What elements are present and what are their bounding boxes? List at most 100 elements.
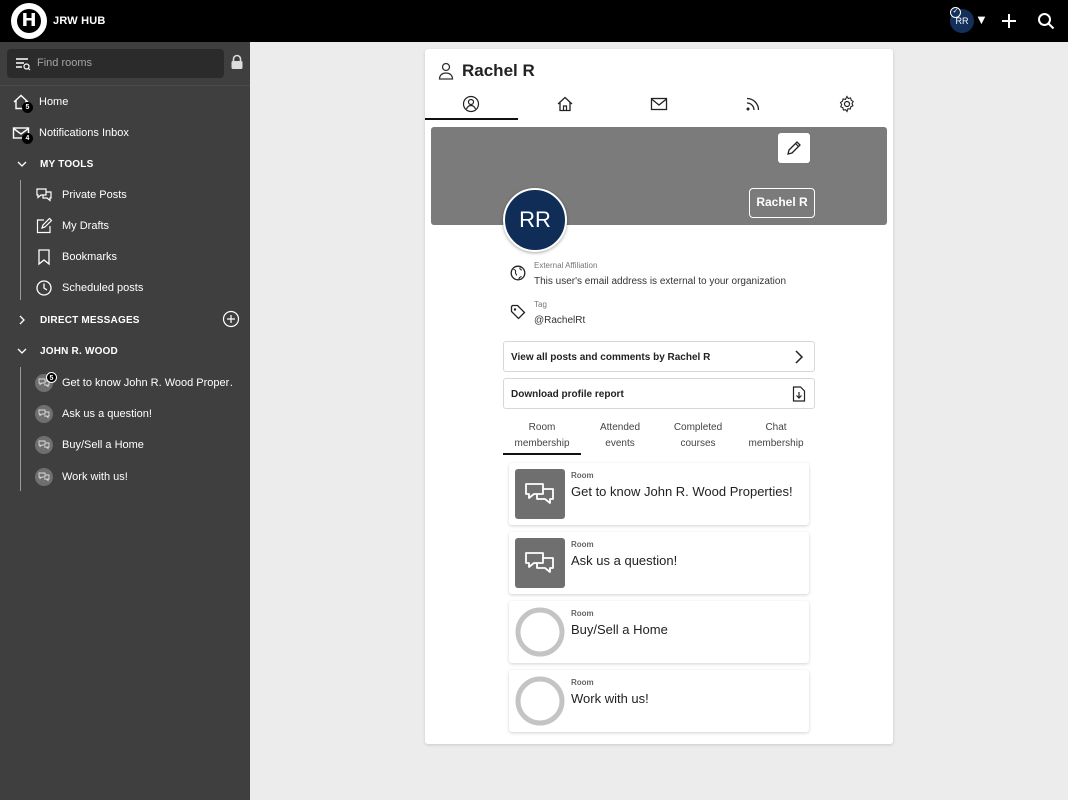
sidebar-divider	[0, 85, 250, 86]
sidebar-item-scheduled-posts[interactable]: Scheduled posts	[0, 275, 250, 301]
room-card[interactable]: Room Get to know John R. Wood Properties…	[509, 463, 809, 525]
add-circle-icon[interactable]	[222, 310, 240, 328]
tag-value: @RachelRt	[534, 315, 586, 326]
pencil-icon	[787, 141, 801, 155]
download-report-button[interactable]: Download profile report	[503, 378, 815, 409]
room-thumbnail	[515, 538, 565, 588]
find-rooms-input[interactable]: Find rooms	[7, 49, 224, 78]
plus-icon[interactable]	[1000, 12, 1018, 30]
download-report-label: Download profile report	[511, 389, 624, 400]
tab-line: events	[605, 438, 635, 449]
sidebar: Find rooms 5 Home 4 Notifications Inbox …	[0, 42, 250, 800]
room-thumbnail	[515, 469, 565, 519]
section-label: MY TOOLS	[40, 159, 94, 170]
sidebar-room-ask-question[interactable]: Ask us a question!	[0, 401, 250, 427]
sidebar-item-label: Get to know John R. Wood Proper…	[62, 377, 234, 389]
tab-line: membership	[514, 438, 570, 449]
app-logo[interactable]: H	[11, 3, 47, 39]
tag-icon	[510, 304, 526, 320]
profile-name-chip: Rachel R	[749, 188, 815, 218]
tab-line: Chat	[765, 422, 787, 433]
edit-draft-icon	[36, 217, 53, 234]
tab-home-icon[interactable]	[556, 95, 574, 113]
tab-line: Completed	[673, 422, 723, 433]
logo-letter: H	[17, 9, 41, 33]
search-icon[interactable]	[1037, 12, 1055, 30]
profile-cover	[431, 127, 887, 225]
edit-cover-button[interactable]	[778, 133, 810, 163]
sidebar-room-get-to-know[interactable]: 5 Get to know John R. Wood Proper…	[0, 370, 250, 396]
home-badge: 5	[22, 102, 33, 113]
find-rooms-placeholder: Find rooms	[37, 57, 93, 69]
sidebar-item-label: Bookmarks	[62, 251, 118, 263]
chevron-down-icon	[17, 161, 27, 167]
lock-icon[interactable]	[230, 54, 244, 70]
sidebar-room-buy-sell[interactable]: Buy/Sell a Home	[0, 432, 250, 458]
room-card[interactable]: Room Ask us a question!	[509, 532, 809, 594]
tab-mail-icon[interactable]	[650, 95, 668, 113]
tab-chat-membership[interactable]: Chat membership	[737, 420, 815, 452]
top-bar: H JRW HUB RR ✓ ▼	[0, 0, 1068, 42]
status-check-icon: ✓	[950, 7, 961, 18]
chevron-down-icon	[17, 348, 27, 354]
sidebar-item-label: Ask us a question!	[62, 408, 152, 420]
affiliation-label: External Affiliation	[534, 261, 598, 270]
section-direct-messages[interactable]: DIRECT MESSAGES	[0, 307, 250, 333]
chat-bubbles-icon	[525, 552, 554, 573]
profile-card: Rachel R Rachel R RR External Affiliatio…	[425, 49, 893, 744]
notifications-badge: 4	[22, 133, 33, 144]
profile-avatar: RR	[503, 188, 567, 252]
sidebar-item-home[interactable]: 5 Home	[0, 89, 250, 115]
tab-line: Room	[528, 422, 556, 433]
tab-profile-icon[interactable]	[462, 95, 480, 113]
download-file-icon	[792, 386, 806, 402]
tab-line: courses	[680, 438, 716, 449]
clock-icon	[36, 280, 52, 296]
room-card[interactable]: Room Work with us!	[509, 670, 809, 732]
affiliation-value: This user's email address is external to…	[534, 276, 787, 287]
section-my-tools[interactable]: MY TOOLS	[0, 151, 250, 177]
sidebar-room-work-with-us[interactable]: Work with us!	[0, 464, 250, 490]
tab-feed-icon[interactable]	[744, 95, 762, 113]
chevron-down-icon[interactable]: ▼	[975, 12, 988, 28]
sidebar-item-private-posts[interactable]: Private Posts	[0, 182, 250, 208]
section-john-r-wood[interactable]: JOHN R. WOOD	[0, 338, 250, 364]
view-all-posts-button[interactable]: View all posts and comments by Rachel R	[503, 341, 815, 372]
filter-list-icon	[16, 58, 31, 71]
tab-completed-courses[interactable]: Completed courses	[659, 420, 737, 452]
room-chat-icon	[35, 405, 53, 423]
tab-line: membership	[748, 438, 804, 449]
brand-logo-icon	[515, 676, 565, 726]
sidebar-item-my-drafts[interactable]: My Drafts	[0, 213, 250, 239]
sidebar-item-label: Private Posts	[62, 189, 127, 201]
room-type-label: Room	[571, 609, 594, 618]
chevron-right-icon	[19, 315, 25, 325]
chat-bubbles-icon	[525, 483, 554, 504]
chevron-right-icon	[795, 350, 804, 364]
tab-settings-gear-icon[interactable]	[838, 95, 856, 113]
room-name: Buy/Sell a Home	[571, 622, 668, 637]
sidebar-item-bookmarks[interactable]: Bookmarks	[0, 244, 250, 270]
section-label: JOHN R. WOOD	[40, 346, 118, 357]
user-icon	[438, 62, 454, 80]
room-type-label: Room	[571, 540, 594, 549]
room-name: Work with us!	[571, 691, 649, 706]
tab-attended-events[interactable]: Attended events	[581, 420, 659, 452]
globe-icon	[510, 265, 526, 281]
room-type-label: Room	[571, 678, 594, 687]
sidebar-item-label: Work with us!	[62, 471, 128, 483]
room-thumbnail	[515, 607, 565, 657]
room-name: Ask us a question!	[571, 553, 678, 568]
app-title: JRW HUB	[53, 15, 106, 27]
room-chat-icon	[35, 436, 53, 454]
tab-room-membership[interactable]: Room membership	[503, 420, 581, 452]
sidebar-item-label: Notifications Inbox	[39, 127, 129, 139]
room-card[interactable]: Room Buy/Sell a Home	[509, 601, 809, 663]
sidebar-item-label: Home	[39, 96, 69, 108]
active-subtab-indicator	[503, 453, 581, 455]
room-chat-icon	[35, 468, 53, 486]
sidebar-item-notifications[interactable]: 4 Notifications Inbox	[0, 120, 250, 146]
tag-label: Tag	[534, 300, 547, 309]
tab-line: Attended	[599, 422, 641, 433]
view-all-posts-label: View all posts and comments by Rachel R	[511, 352, 711, 363]
